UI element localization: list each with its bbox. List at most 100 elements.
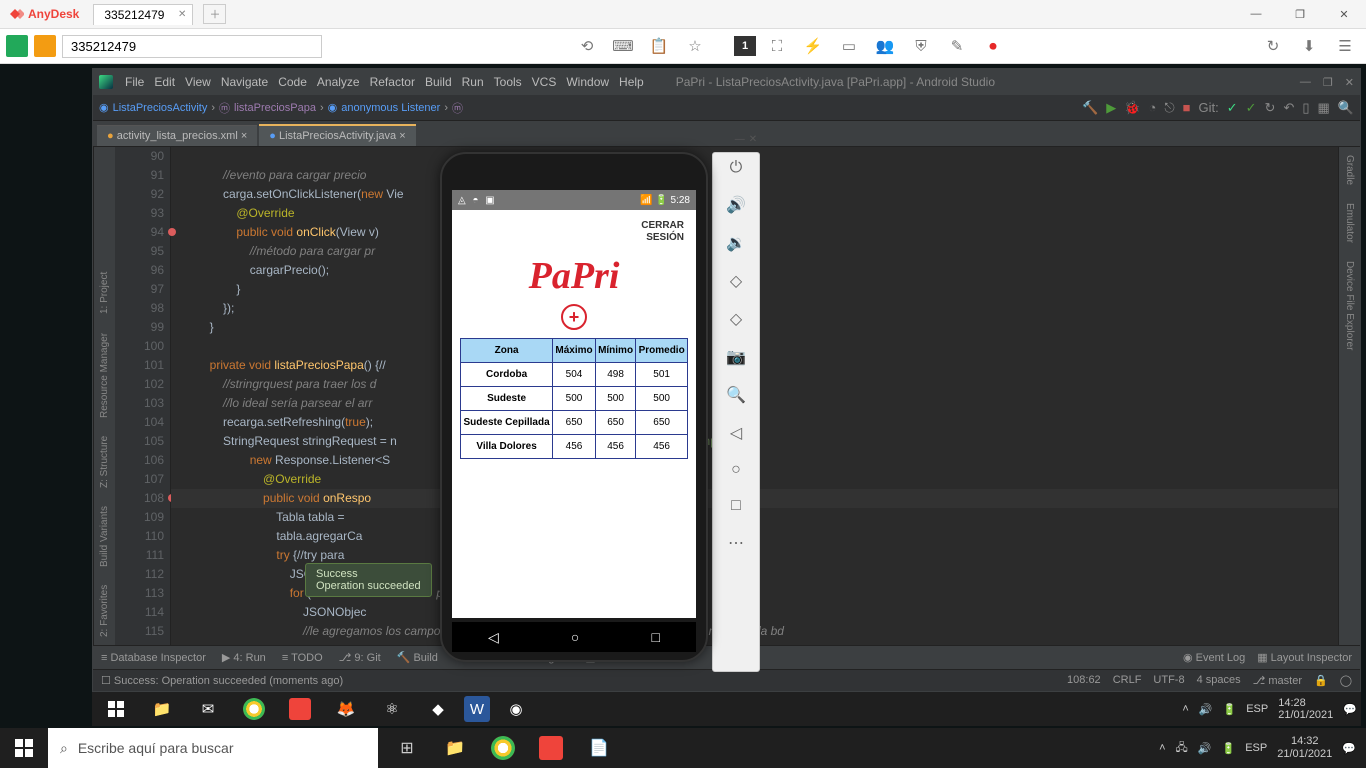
as-maximize-button[interactable]: ❐ [1323, 76, 1333, 89]
display-num[interactable]: 1 [734, 36, 756, 56]
git-commit-icon[interactable]: ✓ [1246, 100, 1257, 116]
chevron-up-icon[interactable]: ˄ [1182, 703, 1188, 715]
atom-icon[interactable]: ⚛ [372, 694, 412, 724]
local-taskbar[interactable]: ⌕ Escribe aquí para buscar ⊞ 📁 📄 ˄ 🖧 🔊 🔋… [0, 728, 1366, 768]
breadcrumb[interactable]: anonymous Listener [341, 102, 440, 114]
run-icon[interactable]: ▶ [1106, 100, 1116, 116]
back-icon: ◁ [730, 423, 742, 443]
new-tab-button[interactable]: ＋ [203, 4, 226, 24]
status-bar: ☐ Success: Operation succeeded (moments … [93, 669, 1360, 691]
chevron-up-icon[interactable]: ˄ [1159, 742, 1165, 754]
window-title: PaPri - ListaPreciosActivity.java [PaPri… [676, 75, 995, 89]
search-icon[interactable]: 🔍 [1338, 100, 1354, 116]
main-menu[interactable]: FileEdit ViewNavigate CodeAnalyze Refact… [125, 75, 644, 89]
emulator-window[interactable]: ◬ ◓ ▣ 📶 🔋 5:28 CERRARSESIÓN PaPri + Zona… [440, 152, 770, 672]
home-icon: ○ [571, 629, 579, 645]
close-icon[interactable]: ✕ [178, 9, 186, 20]
anydesk-toolbar: 335212479 ⟲ ⌨ 📋 ☆ 1 ⛶ ⚡ ▭ 👥 ⛨ ✎ ⏺ ↻ ⬇ ☰ [0, 28, 1366, 64]
git-update-icon[interactable]: ✓ [1227, 100, 1238, 116]
history-icon[interactable]: ↻ [1265, 100, 1276, 116]
permissions-icon[interactable]: 👥 [870, 33, 900, 59]
keyboard2-icon[interactable]: ▭ [834, 33, 864, 59]
overview-icon: □ [731, 497, 741, 515]
download-icon[interactable]: ⬇ [1294, 33, 1324, 59]
breadcrumb[interactable]: listaPreciosPapa [234, 102, 316, 114]
network-icon[interactable]: 🖧 [1176, 739, 1188, 758]
tab-java[interactable]: ● ListaPreciosActivity.java × [259, 124, 415, 146]
whiteboard-icon[interactable]: ✎ [942, 33, 972, 59]
maximize-button[interactable]: ❐ [1278, 0, 1322, 28]
anydesk-icon[interactable] [280, 694, 320, 724]
anydesk-icon[interactable] [528, 728, 574, 768]
sdk-icon[interactable]: ▦ [1318, 100, 1330, 116]
build-icon[interactable]: 🔨 [1082, 100, 1098, 116]
battery-icon[interactable]: 🔋 [1223, 703, 1237, 716]
revert-icon[interactable]: ↶ [1283, 100, 1294, 116]
volume-icon[interactable]: 🔊 [1199, 703, 1213, 716]
logout-button[interactable]: CERRARSESIÓN [460, 216, 688, 252]
notepad-icon[interactable]: 📄 [576, 728, 622, 768]
battery-icon[interactable]: 🔋 [1222, 742, 1236, 755]
android-statusbar: ◬ ◓ ▣ 📶 🔋 5:28 [452, 190, 696, 210]
history-icon[interactable]: ↻ [1258, 33, 1288, 59]
monitor-icon[interactable] [34, 35, 56, 57]
explorer-icon[interactable]: 📁 [142, 694, 182, 724]
more-icon: ⋯ [728, 533, 744, 553]
address-field[interactable]: 335212479 [62, 35, 322, 58]
home-icon: ○ [731, 461, 741, 479]
as-close-button[interactable]: ✕ [1345, 76, 1354, 89]
action-center-icon[interactable]: 💬 [1343, 703, 1357, 716]
table-row: Sudeste500500500 [461, 387, 688, 411]
volume-icon[interactable]: 🔊 [1198, 742, 1212, 755]
anydesk-session-tab[interactable]: 335212479 ✕ [93, 4, 193, 25]
actions-icon[interactable]: ⚡ [798, 33, 828, 59]
close-button[interactable]: ✕ [1322, 0, 1366, 28]
app-logo: PaPri [460, 252, 688, 302]
remote-taskbar[interactable]: 📁 ✉ 🦊 ⚛ ◆ W ◉ ˄ 🔊 🔋 ESP 14:2821/01/2021 … [92, 692, 1361, 726]
tab-xml[interactable]: ● activity_lista_precios.xml × [97, 125, 257, 146]
left-tool-strip[interactable]: 2: Favorites Build Variants Z: Structure… [93, 147, 115, 645]
profile-icon[interactable]: ◔ [1148, 100, 1156, 115]
clock[interactable]: 14:3221/01/2021 [1277, 735, 1332, 761]
clock[interactable]: 14:2821/01/2021 [1278, 697, 1333, 721]
lang-indicator[interactable]: ESP [1245, 742, 1267, 754]
lang-indicator[interactable]: ESP [1246, 703, 1268, 715]
chrome-icon[interactable] [480, 728, 526, 768]
explorer-icon[interactable]: 📁 [432, 728, 478, 768]
gutter: 9091 9293 9495 9697 9899 100101 102103 1… [115, 147, 171, 645]
mail-icon[interactable]: ✉ [188, 694, 228, 724]
rotate-right-icon: ◇ [730, 309, 742, 329]
stop-icon[interactable]: ■ [1183, 100, 1191, 115]
as-minimize-button[interactable]: — [1300, 76, 1311, 89]
star-icon[interactable]: ☆ [680, 33, 710, 59]
breadcrumb[interactable]: ListaPreciosActivity [113, 102, 208, 114]
word-icon[interactable]: W [464, 696, 490, 722]
action-center-icon[interactable]: 💬 [1342, 742, 1356, 755]
android-nav-bar[interactable]: ◁○□ [452, 622, 696, 652]
task-view-icon[interactable]: ⊞ [384, 728, 430, 768]
emulator-controls[interactable]: —✕ ⏻ 🔊 🔉 ◇ ◇ 📷 🔍 ◁ ○ □ ⋯ [712, 152, 760, 672]
minimize-button[interactable]: — [1234, 0, 1278, 28]
git-label: Git: [1199, 100, 1219, 115]
record-icon[interactable]: ⏺ [978, 33, 1008, 59]
fullscreen-icon[interactable]: ⛶ [762, 33, 792, 59]
sync-icon[interactable]: ⟲ [572, 33, 602, 59]
search-box[interactable]: ⌕ Escribe aquí para buscar [48, 728, 378, 768]
debug-icon[interactable]: 🐞 [1124, 100, 1140, 116]
android-studio-icon[interactable]: ◉ [496, 694, 536, 724]
start-button[interactable] [96, 694, 136, 724]
start-button[interactable] [0, 728, 48, 768]
shield-icon[interactable]: ⛨ [906, 33, 936, 59]
attach-icon[interactable]: ⎋ [1164, 100, 1174, 116]
add-button[interactable]: + [561, 304, 587, 330]
table-row: Cordoba504498501 [461, 363, 688, 387]
app-icon[interactable]: ◆ [418, 694, 458, 724]
right-tool-strip[interactable]: Gradle Emulator Device File Explorer [1338, 147, 1360, 645]
search-icon: ⌕ [60, 740, 68, 757]
keyboard-icon[interactable]: ⌨ [608, 33, 638, 59]
avd-icon[interactable]: ▯ [1302, 100, 1309, 116]
menu-icon[interactable]: ☰ [1330, 33, 1360, 59]
clipboard-icon[interactable]: 📋 [644, 33, 674, 59]
firefox-icon[interactable]: 🦊 [326, 694, 366, 724]
chrome-icon[interactable] [234, 694, 274, 724]
